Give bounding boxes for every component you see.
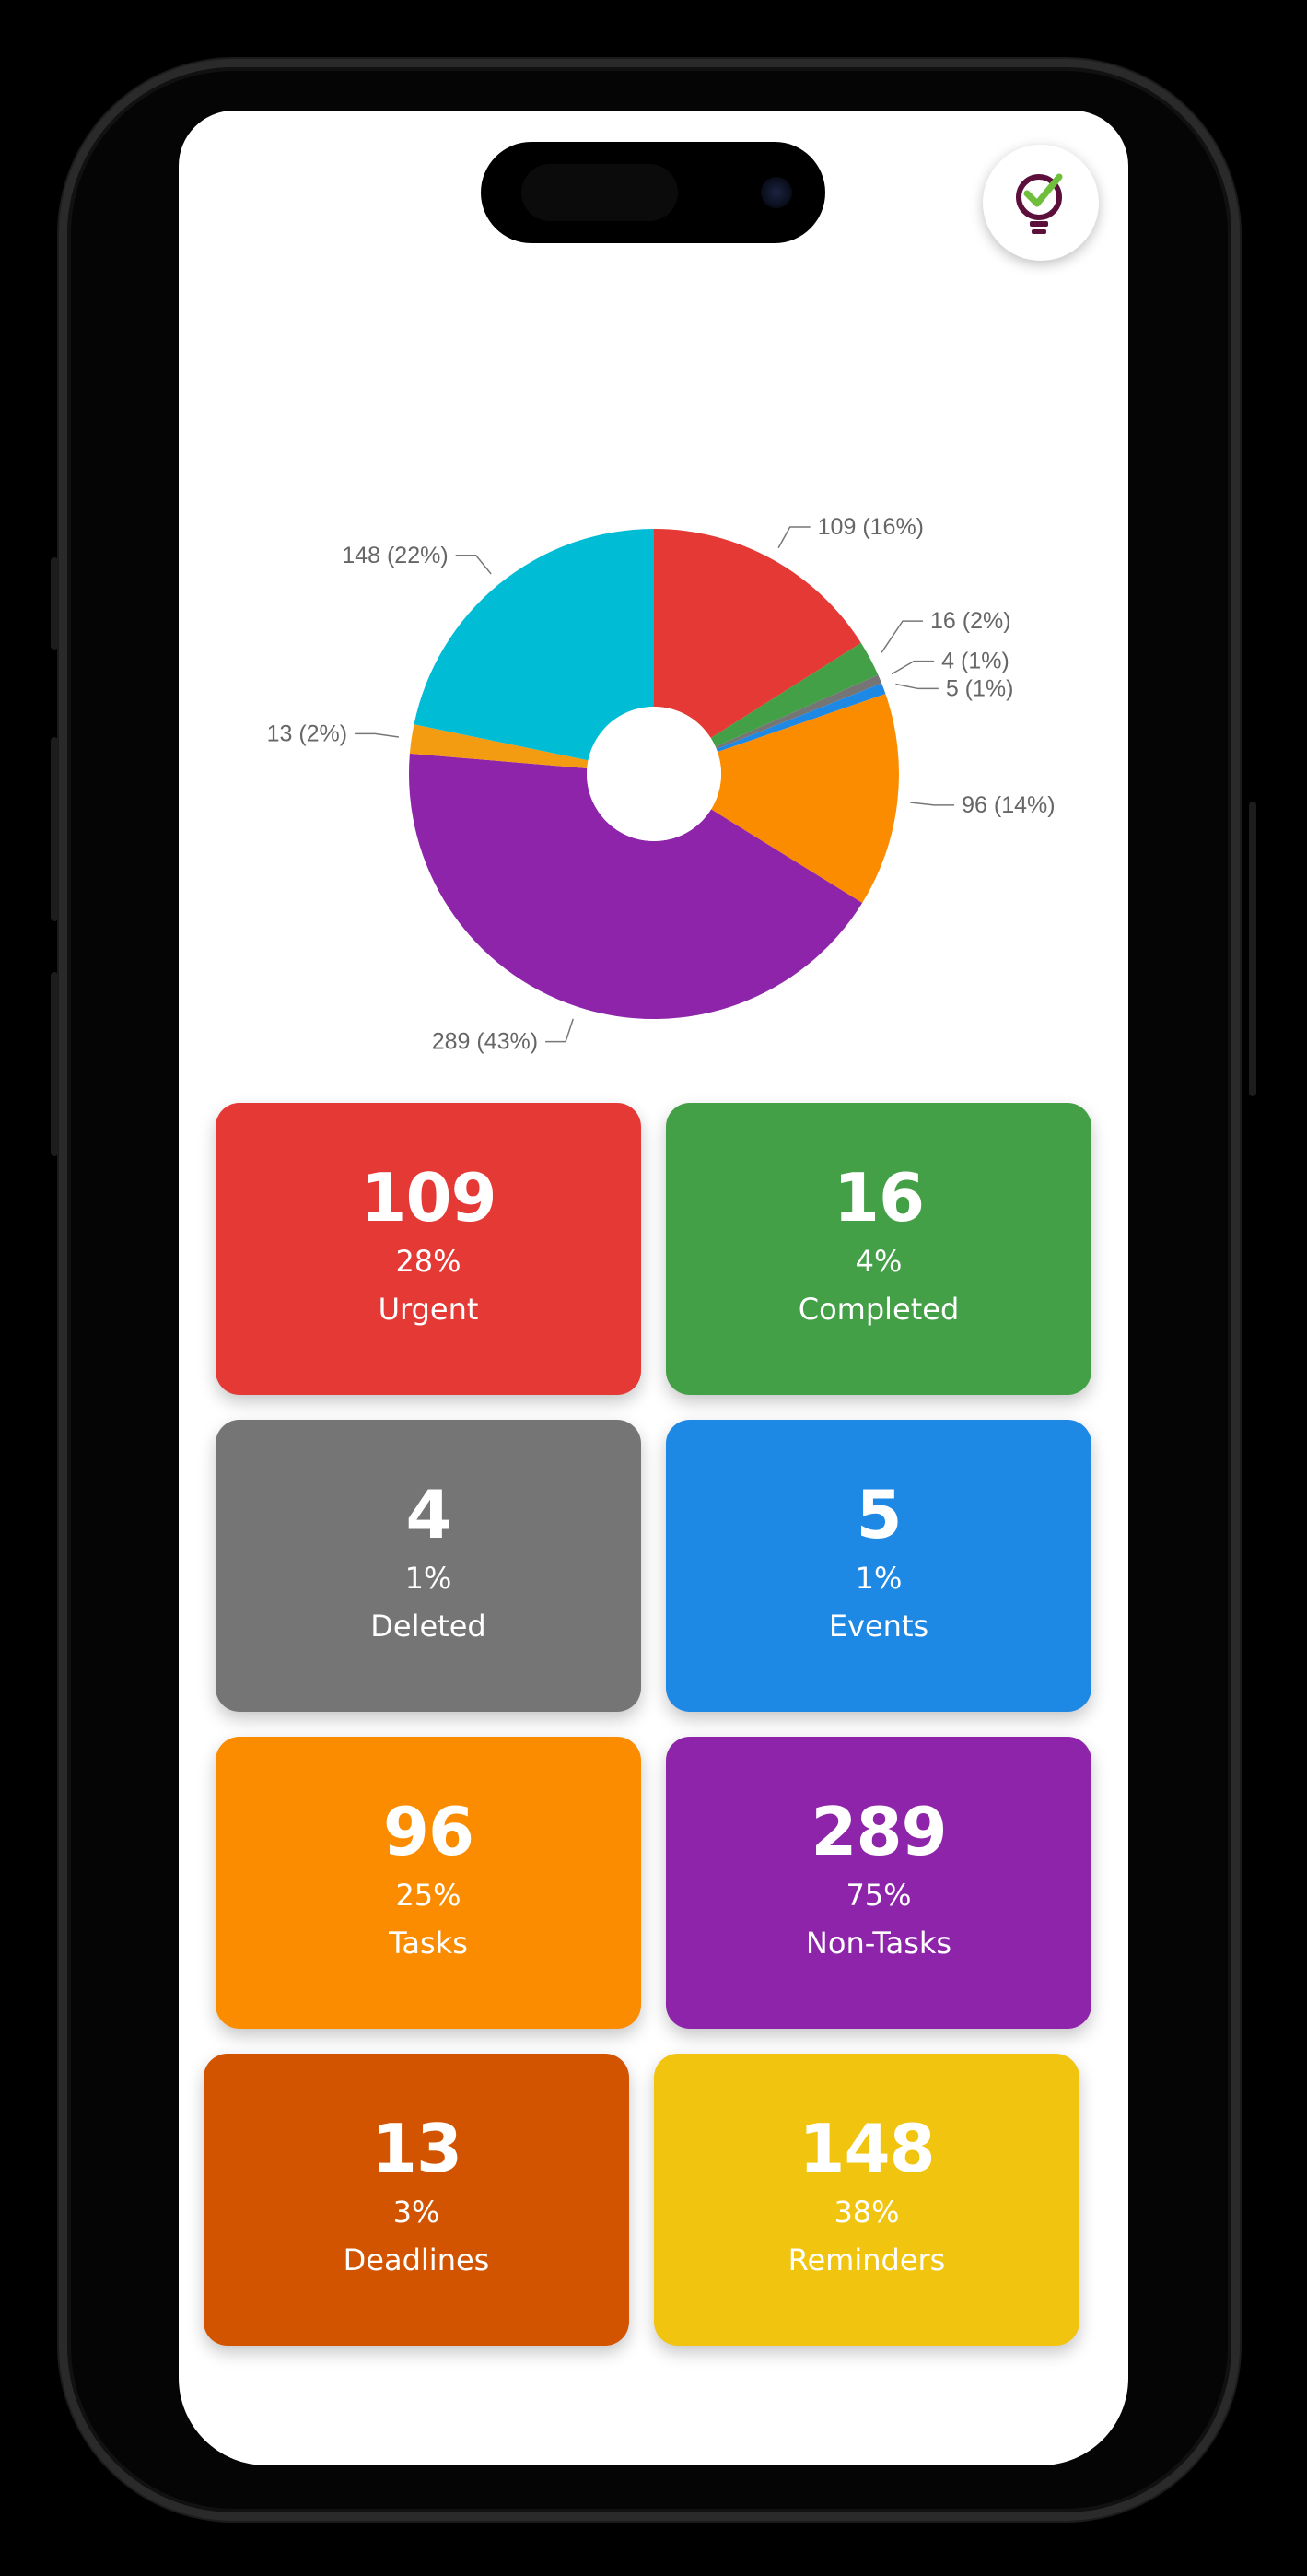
slice-label: 148 (22%)	[342, 543, 448, 568]
card-label: Completed	[798, 1292, 960, 1327]
card-percent: 38%	[834, 2195, 900, 2230]
stat-card-tasks[interactable]: 96 25% Tasks	[216, 1737, 641, 2029]
card-label: Tasks	[389, 1926, 468, 1961]
power-button	[1249, 802, 1256, 1096]
card-percent: 1%	[855, 1561, 903, 1596]
slice-label: 5 (1%)	[946, 675, 1014, 701]
card-count: 148	[799, 2110, 935, 2187]
card-label: Urgent	[378, 1292, 479, 1327]
slice-label: 16 (2%)	[930, 608, 1011, 634]
leader-line	[881, 620, 924, 653]
stat-card-deadlines[interactable]: 13 3% Deadlines	[204, 2054, 629, 2346]
lightbulb-check-icon	[1016, 173, 1063, 234]
card-count: 13	[370, 2110, 462, 2187]
card-percent: 1%	[404, 1561, 452, 1596]
slice-label: 13 (2%)	[267, 720, 348, 746]
front-camera-icon	[761, 177, 792, 208]
card-percent: 4%	[855, 1244, 903, 1279]
app-screen: 109 (16%) 16 (2%) 4 (1%) 5 (1%) 96 (14%) 289 …	[179, 111, 1128, 2465]
donut-chart-svg: 109 (16%) 16 (2%) 4 (1%)5 (1%) 96 (14%) 289 …	[267, 514, 1056, 1055]
leader-line	[545, 1018, 574, 1043]
leader-line	[777, 526, 811, 549]
card-label: Deadlines	[343, 2242, 490, 2277]
app-logo-button[interactable]	[983, 145, 1099, 261]
stat-card-deleted[interactable]: 4 1% Deleted	[216, 1420, 641, 1712]
stat-card-events[interactable]: 5 1% Events	[666, 1420, 1091, 1712]
leader-line	[895, 683, 939, 690]
card-count: 96	[382, 1793, 474, 1870]
card-label: Deleted	[370, 1609, 486, 1644]
leader-line	[910, 802, 955, 806]
card-count: 289	[811, 1793, 947, 1870]
card-count: 16	[833, 1159, 925, 1236]
face-id-sensor	[521, 164, 678, 221]
action-button	[51, 557, 58, 650]
stat-card-completed[interactable]: 16 4% Completed	[666, 1103, 1091, 1395]
slice-label: 289 (43%)	[432, 1029, 538, 1055]
card-count: 109	[360, 1159, 496, 1236]
donut-chart: 109 (16%) 16 (2%) 4 (1%) 5 (1%) 96 (14%) 289 …	[179, 369, 1128, 1142]
card-percent: 75%	[846, 1878, 912, 1913]
stat-card-reminders[interactable]: 148 38% Reminders	[654, 2054, 1079, 2346]
leader-line	[355, 732, 399, 738]
card-percent: 3%	[392, 2195, 440, 2230]
leader-line	[455, 555, 492, 575]
volume-down-button	[51, 972, 58, 1156]
dynamic-island	[481, 142, 825, 243]
leader-line	[891, 660, 935, 675]
donut-hole	[587, 707, 721, 841]
card-count: 5	[856, 1476, 902, 1553]
card-percent: 25%	[395, 1878, 461, 1913]
slice-label: 4 (1%)	[941, 649, 1009, 674]
card-label: Non-Tasks	[805, 1926, 952, 1961]
card-percent: 28%	[395, 1244, 461, 1279]
stat-card-non-tasks[interactable]: 289 75% Non-Tasks	[666, 1737, 1091, 2029]
stat-card-urgent[interactable]: 109 28% Urgent	[216, 1103, 641, 1395]
slice-label: 109 (16%)	[818, 514, 924, 540]
volume-up-button	[51, 737, 58, 921]
slice-label: 96 (14%)	[962, 792, 1055, 818]
card-label: Events	[828, 1609, 929, 1644]
card-label: Reminders	[788, 2242, 946, 2277]
card-count: 4	[405, 1476, 451, 1553]
